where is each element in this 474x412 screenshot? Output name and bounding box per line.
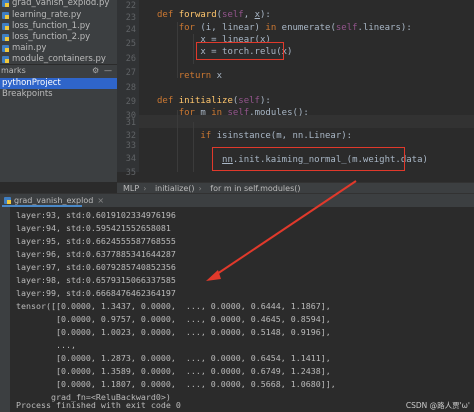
line-number: 28 — [125, 83, 136, 93]
python-file-icon — [2, 56, 9, 63]
highlight-kaiming-box — [212, 147, 405, 171]
file-item[interactable]: grad_vanish_explod.py — [0, 0, 109, 9]
console-line: layer:98, std:0.6579315066337585 — [16, 275, 176, 285]
code-line: if isinstance(m, nn.Linear): — [200, 131, 353, 141]
console-line: [0.0000, 0.9757, 0.0000, ..., 0.0000, 0.… — [16, 314, 331, 324]
minimize-icon[interactable]: — — [104, 66, 112, 75]
close-icon[interactable]: × — [97, 196, 104, 205]
console-line: layer:93, std:0.6019102334976196 — [16, 210, 176, 220]
console-line: ..., — [16, 340, 76, 350]
line-number: 34 — [125, 154, 136, 164]
code-editor[interactable]: 22 23 24 25 26 27 28 29 30 31 32 33 34 3… — [117, 0, 474, 182]
console-line: [0.0000, 1.0023, 0.0000, ..., 0.0000, 0.… — [16, 327, 331, 337]
python-file-icon — [2, 45, 9, 52]
watermark: CSDN @路人贾'ω' — [405, 401, 470, 410]
console-line: tensor([[0.0000, 1.3437, 0.0000, ..., 0.… — [16, 301, 331, 311]
bookmarks-bar: marks ⚙ — — [0, 64, 117, 79]
console-line: layer:96, std:0.6377885341644287 — [16, 249, 176, 259]
python-file-icon — [2, 34, 9, 41]
file-item[interactable]: main.py — [0, 43, 46, 54]
line-number: 31 — [125, 118, 136, 128]
file-item[interactable]: loss_function_1.py — [0, 21, 90, 32]
run-toolbar — [0, 207, 10, 412]
console-line: [0.0000, 1.3589, 0.0000, ..., 0.0000, 0.… — [16, 366, 331, 376]
line-number: 24 — [125, 25, 136, 35]
console-line: layer:95, std:0.6624555587768555 — [16, 236, 176, 246]
python-file-icon — [2, 23, 9, 30]
code-line: def forward(self, x): — [157, 10, 271, 20]
line-number: 22 — [125, 1, 136, 11]
breadcrumb-item[interactable]: for m in self.modules() — [210, 184, 300, 193]
code-line: def initialize(self): — [157, 96, 271, 106]
project-panel: grad_vanish_explod.py learning_rate.py l… — [0, 0, 117, 182]
line-number: 27 — [125, 68, 136, 78]
code-line: for m in self.modules(): — [178, 108, 309, 118]
gear-icon[interactable]: ⚙ — [92, 66, 99, 75]
highlight-relu-box — [196, 42, 284, 60]
tree-item-breakpoints[interactable]: Breakpoints — [0, 89, 117, 100]
line-number: 25 — [125, 39, 136, 49]
line-number: 35 — [125, 168, 136, 178]
bookmarks-label: marks — [1, 66, 26, 75]
code-line: for (i, linear) in enumerate(self.linear… — [178, 23, 412, 33]
file-item[interactable]: loss_function_2.py — [0, 32, 90, 43]
tree-item-python-project[interactable]: pythonProject — [0, 78, 117, 89]
breadcrumb-item[interactable]: initialize() — [155, 184, 195, 193]
python-file-icon — [4, 197, 11, 204]
run-console[interactable]: layer:93, std:0.6019102334976196 layer:9… — [10, 207, 474, 412]
line-number: 26 — [125, 54, 136, 64]
line-number: 29 — [125, 97, 136, 107]
line-number: 32 — [125, 131, 136, 141]
breadcrumb-item[interactable]: MLP — [123, 184, 139, 193]
console-line: [0.0000, 1.1807, 0.0000, ..., 0.0000, 0.… — [16, 379, 336, 389]
python-file-icon — [2, 12, 9, 19]
console-line: layer:97, std:0.6079285740852356 — [16, 262, 176, 272]
python-file-icon — [2, 0, 9, 7]
code-line: return x — [178, 71, 223, 81]
run-tab-label: grad_vanish_explod — [14, 196, 94, 205]
console-line: Process finished with exit code 0 — [16, 400, 181, 410]
line-gutter: 22 23 24 25 26 27 28 29 30 31 32 33 34 3… — [117, 0, 139, 178]
line-number: 33 — [125, 141, 136, 151]
file-item[interactable]: learning_rate.py — [0, 10, 81, 21]
console-line: layer:99, std:0.6668476462364197 — [16, 288, 176, 298]
console-line: [0.0000, 1.2873, 0.0000, ..., 0.0000, 0.… — [16, 353, 331, 363]
line-number: 23 — [125, 13, 136, 23]
console-line: layer:94, std:0.595421552658081 — [16, 223, 171, 233]
